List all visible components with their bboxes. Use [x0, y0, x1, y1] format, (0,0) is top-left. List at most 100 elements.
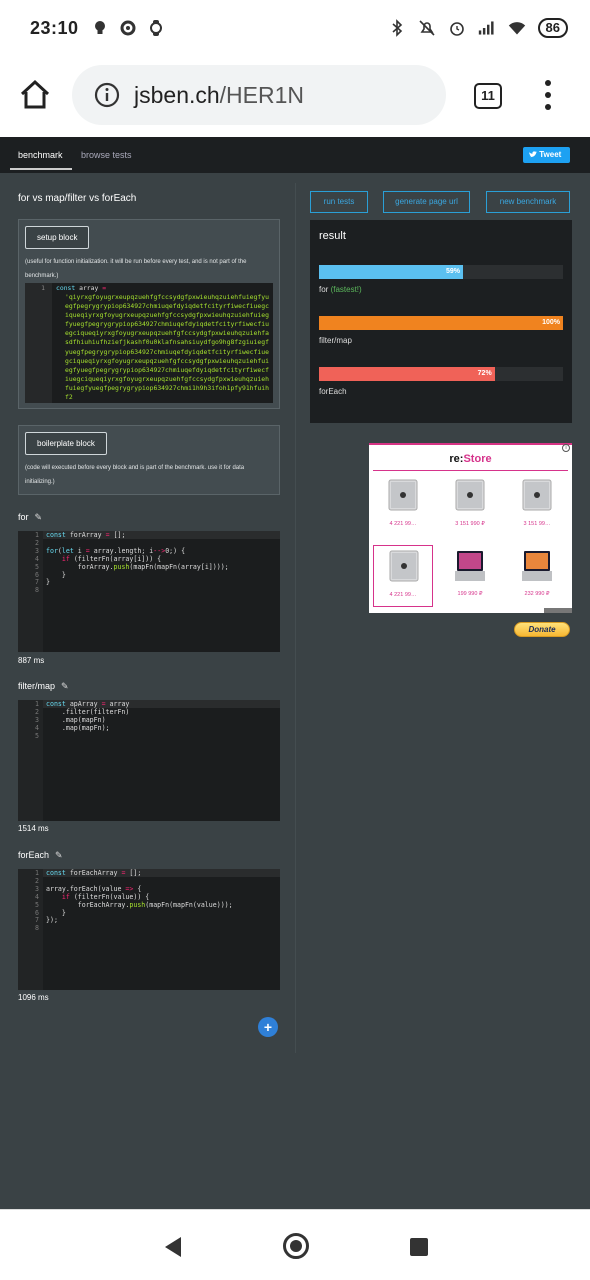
wifi-icon — [508, 22, 525, 35]
code-editor-for[interactable]: 1 2 3 4 5 6 7 8 const forArray = []; for… — [18, 531, 280, 652]
benchmark-editor-column: for vs map/filter vs forEach setup block… — [18, 187, 280, 1037]
address-bar[interactable]: jsben.ch/HER1N — [72, 65, 446, 125]
ad-product[interactable]: 3 151 990 ₽ — [440, 475, 500, 537]
add-test-button[interactable]: + — [258, 1017, 278, 1037]
mac-pro-icon — [522, 479, 552, 511]
bar-percent: 72% — [477, 370, 492, 377]
url-domain: jsben.ch — [134, 81, 220, 108]
bar-percent: 100% — [542, 319, 560, 326]
logo-store: Store — [463, 453, 492, 465]
mute-icon — [418, 20, 435, 36]
result-bar-filter-map: 100% — [319, 316, 563, 330]
edit-pencil-icon[interactable]: ✎ — [55, 850, 63, 861]
bar-name: for — [319, 285, 329, 294]
home-icon[interactable] — [18, 78, 52, 112]
back-icon[interactable] — [163, 1236, 183, 1258]
tab-browse-tests[interactable]: browse tests — [81, 150, 132, 160]
mac-pro-icon — [455, 479, 485, 511]
code-text: array — [79, 284, 103, 292]
donate-button[interactable]: Donate — [514, 622, 570, 637]
bar-percent: 59% — [445, 268, 460, 275]
test-time-filter-map: 1514 ms — [18, 824, 49, 833]
ad-product[interactable]: 3 151 99… — [507, 475, 567, 537]
tab-switcher-button[interactable]: 11 — [474, 83, 502, 109]
url-text: jsben.ch/HER1N — [134, 82, 304, 109]
home-button-icon[interactable] — [283, 1233, 309, 1259]
tweet-button[interactable]: Tweet — [523, 147, 570, 163]
ad-product[interactable]: 4 221 99… — [373, 475, 433, 537]
ad-product[interactable]: 232 990 ₽ — [507, 545, 567, 607]
recent-apps-icon[interactable] — [410, 1238, 428, 1256]
setup-code-editor[interactable]: 1 const array = 'qiyrxgfoyugrxeupqzuehfg… — [25, 283, 273, 403]
boilerplate-block-button[interactable]: boilerplate block — [25, 432, 107, 455]
column-divider — [295, 183, 296, 1053]
twitter-bird-icon — [529, 151, 537, 158]
code-string: 'qiyrxgfoyugrxeupqzuehfgfccsydgfpxwieuhq… — [65, 293, 269, 402]
result-title: result — [319, 230, 346, 242]
result-bar-foreach: 72% — [319, 367, 495, 381]
code-editor-filter-map[interactable]: 1 2 3 4 5 const apArray = array .filter(… — [18, 700, 280, 821]
product-price: 4 221 99… — [389, 521, 417, 527]
result-label-filter-map: filter/map — [319, 336, 352, 345]
macbook-icon — [455, 551, 485, 581]
info-icon[interactable] — [94, 82, 120, 108]
product-price: 3 151 990 ₽ — [455, 521, 485, 527]
edit-pencil-icon[interactable]: ✎ — [61, 681, 69, 692]
active-tab-indicator — [10, 168, 72, 170]
test-time-for: 887 ms — [18, 656, 45, 665]
result-bar-for: 59% — [319, 265, 463, 279]
more-menu-icon[interactable] — [540, 78, 556, 114]
result-bar-track: 59% — [319, 265, 563, 279]
test-name: for — [18, 512, 29, 522]
status-bar: 23:10 86 — [0, 0, 590, 56]
alarm-icon — [449, 22, 464, 36]
code-line: const array = — [56, 284, 106, 293]
product-price: 199 990 ₽ — [457, 591, 483, 597]
run-tests-button[interactable]: run tests — [310, 191, 368, 213]
setup-block-note: (useful for function initialization. it … — [25, 259, 247, 279]
signal-icon — [478, 21, 494, 35]
test-label-for: for ✎ — [18, 512, 42, 523]
new-benchmark-button[interactable]: new benchmark — [486, 191, 570, 213]
setup-block-button[interactable]: setup block — [25, 226, 90, 249]
test-name: filter/map — [18, 681, 56, 691]
url-path: /HER1N — [219, 81, 305, 108]
web-page: benchmark browse tests Tweet for vs map/… — [0, 137, 590, 1209]
code-editor-foreach[interactable]: 1 2 3 4 5 6 7 8 const forEachArray = [];… — [18, 869, 280, 990]
line-numbers: 1 2 3 4 5 — [18, 700, 43, 821]
line-numbers: 1 2 3 4 5 6 7 8 — [18, 869, 43, 990]
line-numbers: 1 — [25, 283, 52, 403]
code-text: const apArray = array .filter(filterFn) … — [46, 700, 130, 732]
ad-product[interactable]: 4 221 99… — [373, 545, 433, 607]
ad-accent-line — [369, 443, 572, 445]
action-buttons: run tests generate page url new benchmar… — [310, 191, 572, 213]
result-bar-track: 100% — [319, 316, 563, 330]
result-label-for: for (fastest!) — [319, 285, 362, 294]
test-time-foreach: 1096 ms — [18, 993, 49, 1002]
line-numbers: 1 2 3 4 5 6 7 8 — [18, 531, 43, 652]
tab-benchmark[interactable]: benchmark — [18, 150, 63, 160]
test-name: forEach — [18, 850, 50, 860]
browser-toolbar: jsben.ch/HER1N 11 — [0, 56, 590, 136]
logo-prefix: re: — [449, 453, 464, 465]
code-operator: = — [102, 284, 107, 292]
code-text: const forArray = []; for(let i = array.l… — [46, 531, 229, 587]
fastest-tag: (fastest!) — [330, 285, 362, 294]
battery-level: 86 — [537, 18, 568, 38]
code-text: const forEachArray = []; array.forEach(v… — [46, 869, 233, 925]
boilerplate-block-note: (code will executed before every block a… — [25, 465, 245, 485]
result-bar-track: 72% — [319, 367, 563, 381]
advertisement[interactable]: i re:Store 4 221 99… 3 151 990 ₽ 3 151 9… — [369, 443, 572, 613]
ad-product[interactable]: 199 990 ₽ — [440, 545, 500, 607]
bluetooth-icon — [392, 19, 402, 37]
result-panel: result 59% for (fastest!) 100% filter/ma… — [310, 220, 572, 423]
setup-block: setup block (useful for function initial… — [18, 219, 280, 409]
boilerplate-block: boilerplate block (code will executed be… — [18, 425, 280, 495]
generate-url-button[interactable]: generate page url — [383, 191, 470, 213]
tweet-label: Tweet — [539, 150, 562, 159]
edit-pencil-icon[interactable]: ✎ — [35, 512, 43, 523]
ad-info-icon[interactable]: i — [562, 444, 570, 452]
product-price: 3 151 99… — [523, 521, 551, 527]
site-nav: benchmark browse tests Tweet — [0, 137, 590, 173]
product-price: 4 221 99… — [389, 592, 417, 598]
